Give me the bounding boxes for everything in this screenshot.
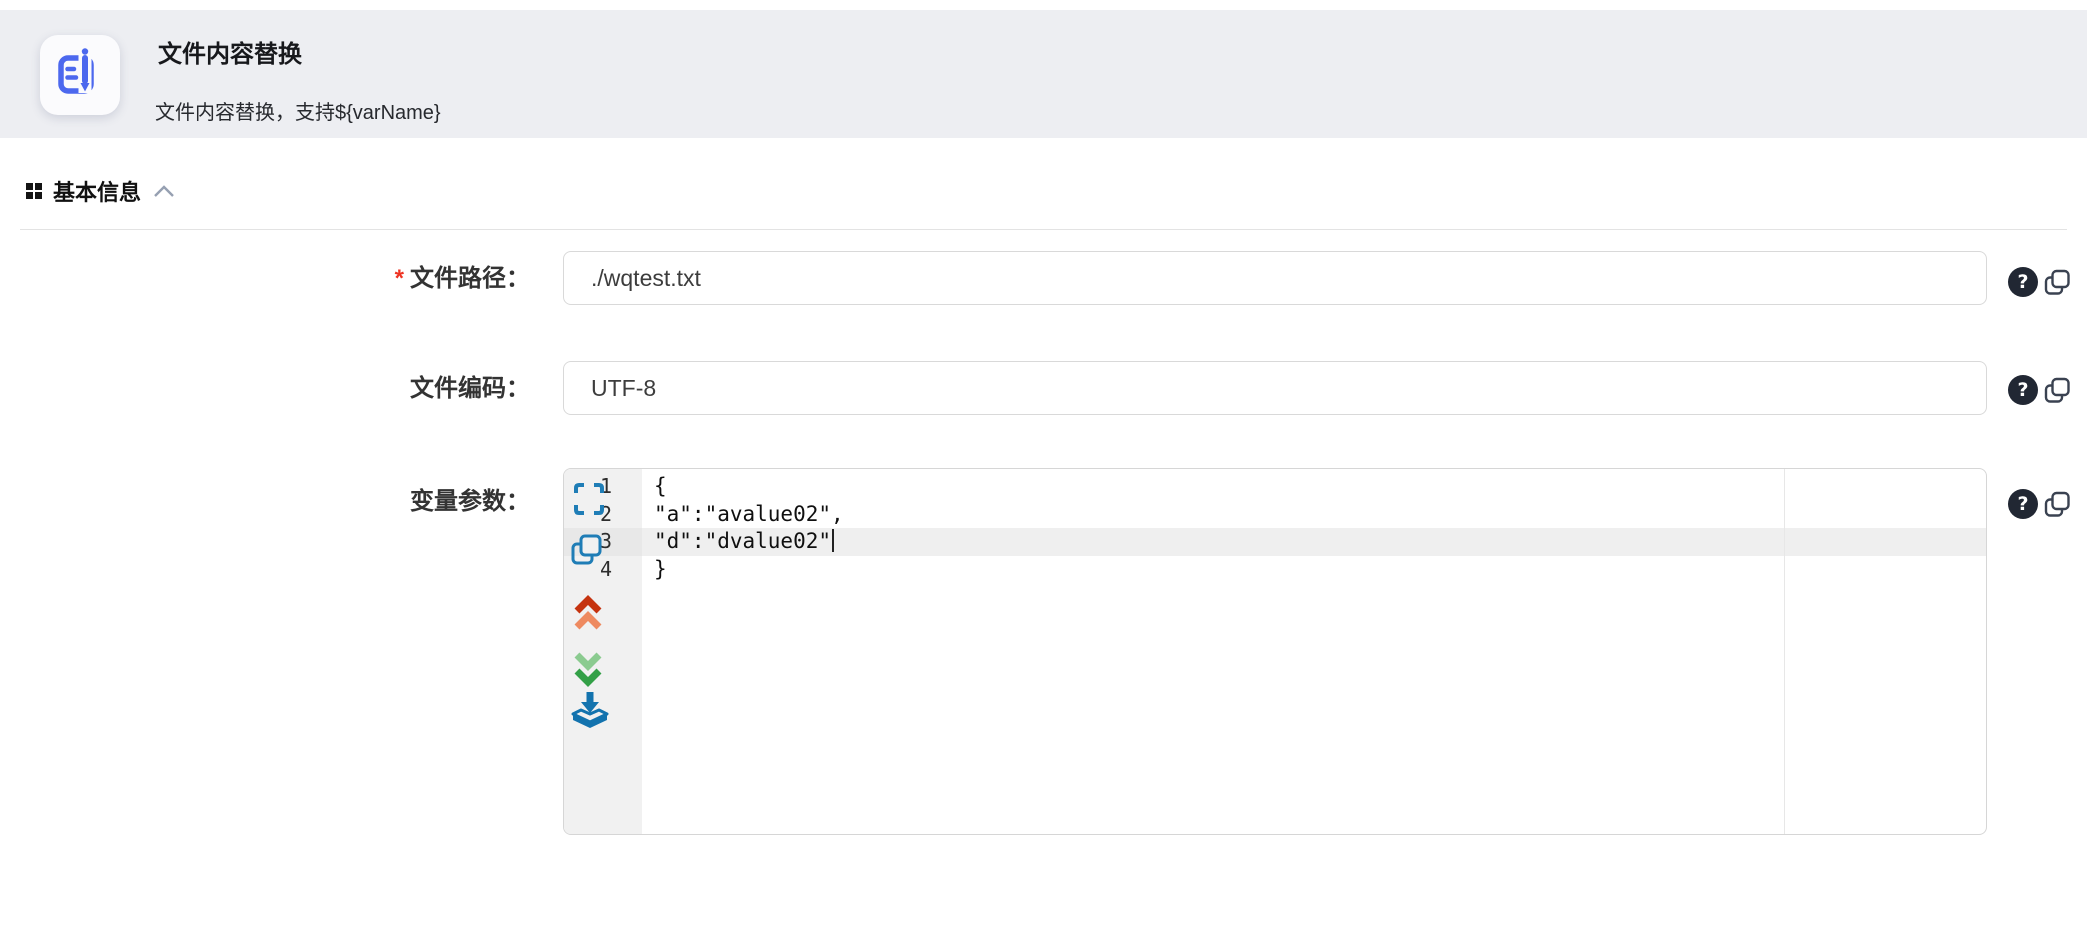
copy-icon[interactable]	[2043, 490, 2072, 519]
import-icon[interactable]	[571, 689, 609, 733]
file-encoding-input[interactable]	[563, 361, 1987, 415]
required-marker: *	[395, 265, 404, 292]
field-label-file-path: *文件路径：	[190, 264, 530, 294]
field-label-variable-params: 变量参数：	[190, 487, 530, 517]
text-caret	[832, 529, 834, 552]
scroll-bottom-icon[interactable]	[573, 647, 603, 687]
chevron-up-icon[interactable]	[152, 183, 176, 199]
fullscreen-icon[interactable]	[573, 482, 605, 516]
document-edit-icon	[51, 45, 109, 105]
copy-icon[interactable]	[2043, 268, 2072, 297]
code-editor[interactable]: 1 2 3 4	[563, 468, 1987, 835]
header-bar: 文件内容替换 文件内容替换，支持${varName}	[0, 10, 2087, 138]
section-header[interactable]: 基本信息	[26, 176, 176, 206]
file-path-input[interactable]	[563, 251, 1987, 305]
copy-code-icon[interactable]	[570, 533, 604, 567]
help-icon[interactable]: ?	[2008, 489, 2038, 519]
page-subtitle: 文件内容替换，支持${varName}	[155, 96, 441, 125]
help-icon[interactable]: ?	[2008, 267, 2038, 297]
field-label-file-encoding: 文件编码：	[190, 374, 530, 404]
divider	[20, 229, 2067, 230]
grid-icon	[26, 183, 42, 199]
section-title: 基本信息	[53, 175, 141, 207]
code-content[interactable]: { "a":"avalue02", "d":"dvalue02" }	[642, 469, 1986, 834]
page-title: 文件内容替换	[158, 34, 302, 69]
page: 文件内容替换 文件内容替换，支持${varName} 基本信息 *文件路径： ?…	[0, 0, 2087, 929]
scroll-top-icon[interactable]	[573, 595, 603, 635]
editor-ruler	[1784, 469, 1785, 834]
help-icon[interactable]: ?	[2008, 375, 2038, 405]
copy-icon[interactable]	[2043, 376, 2072, 405]
app-icon	[40, 35, 120, 115]
